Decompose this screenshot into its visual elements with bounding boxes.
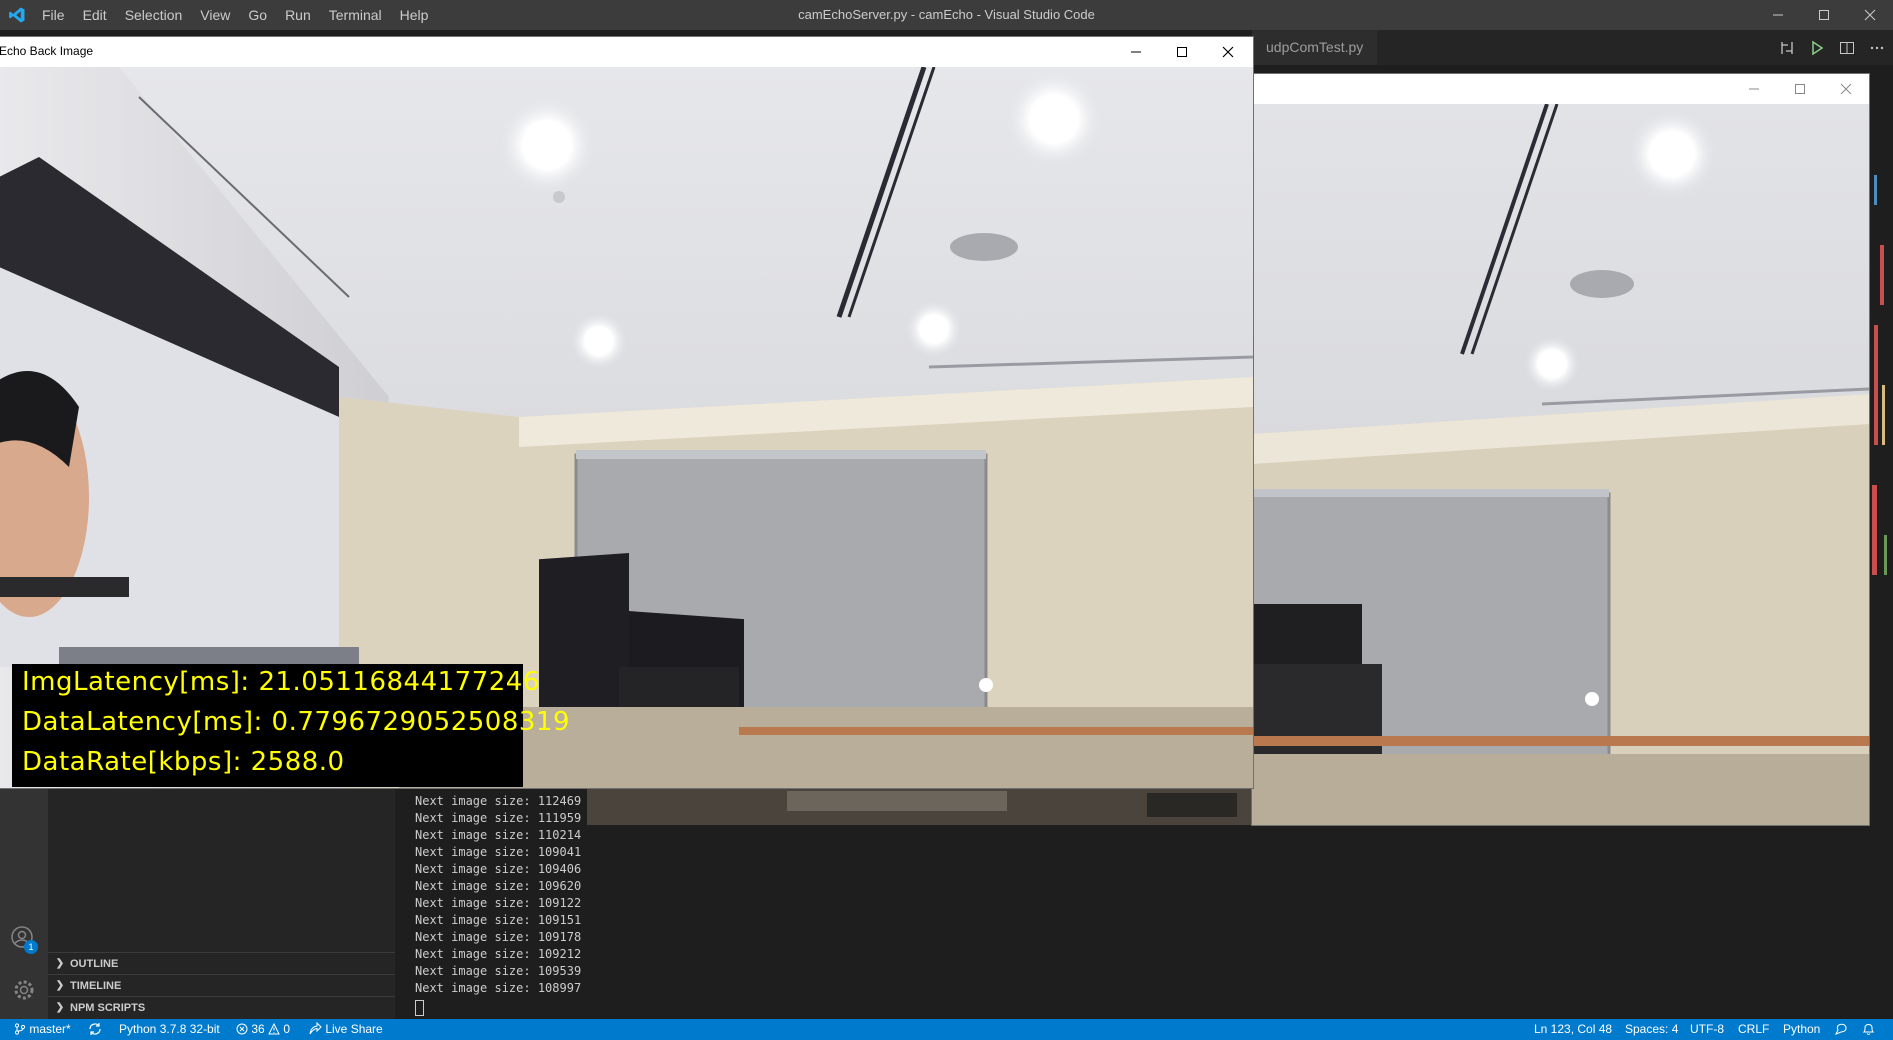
run-icon[interactable]: [1809, 40, 1825, 56]
activity-bar: 1: [0, 780, 48, 1020]
branch-label: master*: [29, 1022, 71, 1036]
latency-overlay: ImgLatency[ms]: 21.05116844177246 DataLa…: [12, 664, 570, 787]
echo-maximize-button[interactable]: [1159, 37, 1205, 67]
section-outline[interactable]: ❯ OUTLINE: [48, 952, 395, 974]
close-icon: [1222, 46, 1234, 58]
menu-terminal[interactable]: Terminal: [320, 7, 391, 23]
sync-button[interactable]: [88, 1019, 102, 1040]
echo-window-titlebar: Echo Back Image: [0, 37, 1253, 67]
terminal-line: Next image size: 109620: [415, 879, 582, 893]
camera-maximize-button[interactable]: [1777, 74, 1823, 104]
minimize-icon: [1749, 88, 1759, 90]
warning-count: 0: [283, 1022, 291, 1036]
section-timeline-label: TIMELINE: [70, 979, 122, 992]
git-branch-icon: [14, 1023, 26, 1035]
vscode-logo-icon: [9, 7, 25, 23]
close-button[interactable]: [1847, 0, 1893, 30]
sync-icon: [89, 1023, 101, 1035]
terminal-cursor: [415, 1000, 424, 1016]
end-of-line[interactable]: CRLF: [1738, 1019, 1769, 1040]
menu-edit[interactable]: Edit: [74, 7, 116, 23]
menu-help[interactable]: Help: [391, 7, 438, 23]
terminal-line: Next image size: 109151: [415, 913, 582, 927]
indentation[interactable]: Spaces: 4: [1625, 1019, 1678, 1040]
terminal-line: Next image size: 109539: [415, 964, 582, 978]
python-interpreter[interactable]: Python 3.7.8 32-bit: [119, 1019, 220, 1040]
split-editor-icon[interactable]: [1839, 40, 1855, 56]
echo-window-title: Echo Back Image: [0, 44, 94, 58]
minimize-button[interactable]: [1755, 0, 1801, 30]
editor-actions: [1779, 30, 1885, 65]
camera-close-button[interactable]: [1823, 74, 1869, 104]
compare-changes-icon[interactable]: [1779, 40, 1795, 56]
live-share-icon: [309, 1021, 322, 1035]
section-timeline[interactable]: ❯ TIMELINE: [48, 974, 395, 996]
language-mode[interactable]: Python: [1783, 1019, 1820, 1040]
terminal-line: Next image size: 109178: [415, 930, 582, 944]
feedback-button[interactable]: [1834, 1019, 1848, 1040]
echo-minimize-button[interactable]: [1113, 37, 1159, 67]
echo-close-button[interactable]: [1205, 37, 1251, 67]
terminal-line: Next image size: 109406: [415, 862, 582, 876]
data-rate-text: DataRate[kbps]: 2588.0: [22, 747, 345, 777]
cursor-position[interactable]: Ln 123, Col 48: [1534, 1019, 1612, 1040]
terminal-line: Next image size: 108997: [415, 981, 582, 995]
camera-minimize-button[interactable]: [1731, 74, 1777, 104]
bell-icon: [1862, 1023, 1875, 1035]
menu-go[interactable]: Go: [239, 7, 276, 23]
terminal-line: Next image size: 109041: [415, 845, 582, 859]
status-bar: master* Python 3.7.8 32-bit 36 0 Live Sh…: [0, 1019, 1893, 1040]
chevron-right-icon: ❯: [55, 980, 65, 991]
vscode-titlebar: File Edit Selection View Go Run Terminal…: [0, 0, 1893, 30]
menu-run[interactable]: Run: [276, 7, 320, 23]
feedback-icon: [1834, 1023, 1847, 1035]
manage-button[interactable]: [12, 978, 36, 1007]
chevron-right-icon: ❯: [55, 958, 65, 969]
close-icon: [1840, 83, 1852, 95]
close-icon: [1864, 9, 1876, 21]
menu-file[interactable]: File: [33, 7, 74, 23]
tab-udpcomtest[interactable]: udpComTest.py: [1252, 30, 1378, 65]
problems-indicator[interactable]: 36 0: [236, 1019, 290, 1040]
menu-view[interactable]: View: [191, 7, 239, 23]
terminal-line: Next image size: 109212: [415, 947, 582, 961]
notifications-button[interactable]: [1862, 1019, 1875, 1040]
warning-icon: [268, 1022, 280, 1035]
terminal-line: Next image size: 109122: [415, 896, 582, 910]
camera-window-titlebar: [1252, 74, 1869, 104]
menu-bar: File Edit Selection View Go Run Terminal…: [33, 0, 437, 30]
live-share-label: Live Share: [325, 1022, 383, 1036]
error-count: 36: [251, 1022, 265, 1036]
menu-selection[interactable]: Selection: [116, 7, 192, 23]
chevron-right-icon: ❯: [55, 1002, 65, 1013]
gear-icon: [14, 980, 34, 1000]
source-control-branch[interactable]: master*: [14, 1019, 71, 1040]
minimize-icon: [1773, 14, 1783, 16]
maximize-icon: [1819, 10, 1829, 20]
camera-feed-original: [1252, 104, 1869, 825]
terminal-line: Next image size: 112469: [415, 794, 582, 808]
section-outline-label: OUTLINE: [70, 957, 119, 970]
section-npm-scripts[interactable]: ❯ NPM SCRIPTS: [48, 996, 395, 1018]
maximize-button[interactable]: [1801, 0, 1847, 30]
maximize-icon: [1177, 47, 1187, 57]
minimize-icon: [1131, 51, 1141, 53]
img-latency-text: ImgLatency[ms]: 21.05116844177246: [22, 667, 540, 697]
section-npm-scripts-label: NPM SCRIPTS: [70, 1001, 146, 1014]
error-icon: [236, 1023, 248, 1035]
live-share-button[interactable]: Live Share: [309, 1019, 383, 1040]
camera-window-original: [1251, 73, 1870, 826]
accounts-badge: 1: [24, 940, 38, 954]
accounts-button[interactable]: 1: [10, 925, 38, 954]
more-actions-icon[interactable]: [1869, 40, 1885, 56]
terminal-line: Next image size: 110214: [415, 828, 582, 842]
encoding[interactable]: UTF-8: [1690, 1019, 1724, 1040]
terminal-line: Next image size: 111959: [415, 811, 582, 825]
maximize-icon: [1795, 84, 1805, 94]
data-latency-text: DataLatency[ms]: 0.7796729052508319: [22, 707, 571, 737]
